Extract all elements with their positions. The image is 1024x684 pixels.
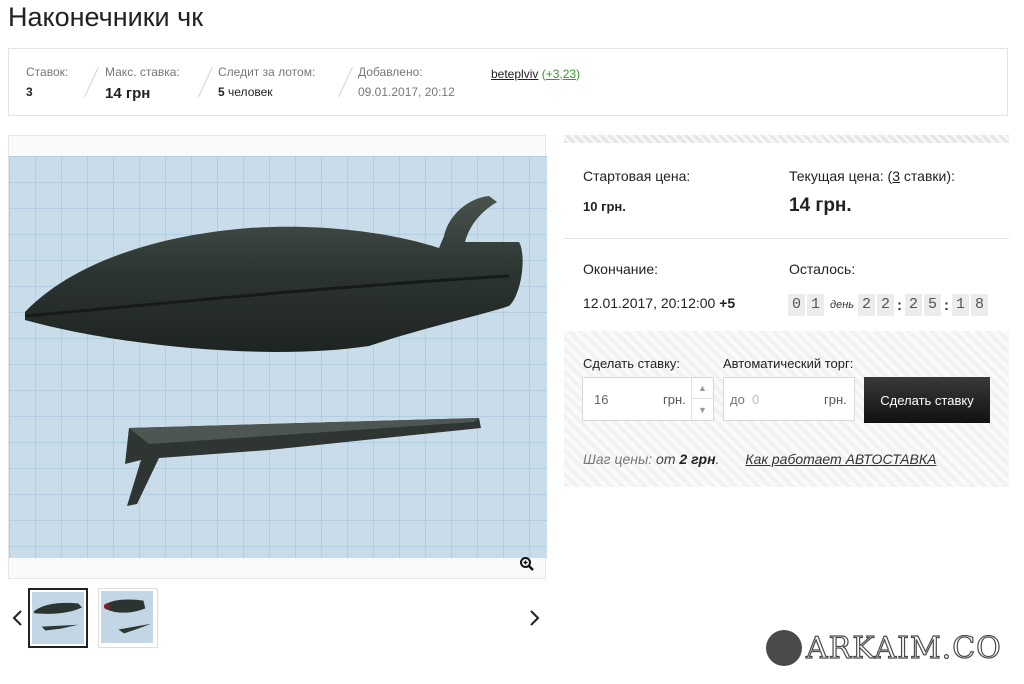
page-title: Наконечники чк bbox=[8, 2, 204, 32]
price-step-label: Шаг цены: bbox=[583, 451, 653, 467]
bids-history-link[interactable]: 3 bbox=[892, 168, 900, 184]
seller-info: beteplviv (+3,23) bbox=[491, 67, 581, 81]
divider bbox=[84, 67, 99, 97]
seller-link[interactable]: beteplviv bbox=[491, 67, 538, 81]
bids-label: Ставок: bbox=[26, 65, 69, 79]
hatch-divider bbox=[564, 135, 1009, 143]
price-step-from: от bbox=[656, 451, 676, 467]
countdown-day-label: день bbox=[830, 299, 855, 311]
price-step-line: Шаг цены: от 2 грн. Как работает АВТОСТА… bbox=[583, 451, 937, 467]
lot-info-bar: Ставок: 3 Макс. ставка: 14 грн Следит за… bbox=[8, 48, 1008, 116]
current-price-value: 14 грн. bbox=[789, 195, 852, 216]
added-value: 09.01.2017, 20:12 bbox=[358, 85, 455, 99]
countdown-digit: 0 bbox=[788, 294, 805, 316]
added-date: Добавлено: 09.01.2017, 20:12 bbox=[358, 65, 455, 99]
divider bbox=[198, 67, 213, 97]
countdown-digit: 2 bbox=[858, 294, 876, 316]
autobid-help-link[interactable]: Как работает АВТОСТАВКА bbox=[745, 451, 936, 467]
thumbnail-strip bbox=[8, 588, 546, 650]
countdown-digit: 2 bbox=[877, 294, 895, 316]
max-bid-value: 14 грн bbox=[105, 85, 151, 102]
bid-amount-stepper[interactable]: ▲ ▼ bbox=[691, 378, 713, 420]
countdown-separator: : bbox=[944, 296, 950, 314]
place-bid-button[interactable]: Сделать ставку bbox=[864, 377, 990, 423]
countdown-digit: 1 bbox=[807, 294, 824, 316]
watching-unit: человек bbox=[228, 85, 273, 99]
chevron-right-icon[interactable] bbox=[526, 606, 542, 630]
thumbnail-2[interactable] bbox=[98, 588, 158, 648]
thumbnail-image bbox=[32, 592, 84, 644]
main-image-viewer[interactable] bbox=[8, 135, 547, 579]
end-label: Окончание: bbox=[583, 261, 658, 277]
remaining-label: Осталось: bbox=[789, 261, 856, 277]
thumbnail-1[interactable] bbox=[28, 588, 88, 648]
bid-amount-value: 16 bbox=[594, 392, 609, 407]
added-label: Добавлено: bbox=[358, 65, 423, 79]
watchers: Следит за лотом: 5 человек bbox=[218, 65, 315, 99]
start-price-value: 10 грн. bbox=[583, 199, 626, 214]
auto-bid-placeholder: 0 bbox=[752, 392, 760, 407]
bid-amount-unit: грн. bbox=[663, 392, 686, 407]
auto-bid-unit: грн. bbox=[824, 392, 847, 407]
chevron-left-icon[interactable] bbox=[10, 606, 26, 630]
max-bid: Макс. ставка: 14 грн bbox=[105, 65, 180, 102]
bids-count: Ставок: 3 bbox=[26, 65, 68, 99]
seller-rating-link[interactable]: +3,23 bbox=[546, 67, 576, 81]
watermark-text: ARKAIM.CO bbox=[805, 630, 1002, 666]
current-price-label: Текущая цена: (3 ставки): bbox=[789, 168, 955, 184]
auto-bid-prefix: до bbox=[730, 392, 745, 407]
watching-count: 5 bbox=[218, 85, 225, 99]
stepper-up-icon[interactable]: ▲ bbox=[692, 378, 713, 399]
price-block: Стартовая цена: 10 грн. Текущая цена: (3… bbox=[564, 143, 1009, 239]
zoom-in-icon[interactable] bbox=[519, 556, 535, 572]
stepper-down-icon[interactable]: ▼ bbox=[692, 399, 713, 420]
bids-value: 3 bbox=[26, 85, 33, 99]
countdown-timer: 0 1 день 2 2 : 2 5 : 1 8 bbox=[788, 294, 990, 316]
auto-bid-label: Автоматический торг: bbox=[723, 356, 854, 371]
watching-label: Следит за лотом: bbox=[218, 65, 316, 79]
start-price-label: Стартовая цена: bbox=[583, 168, 691, 184]
price-step-value: 2 грн bbox=[679, 451, 716, 467]
time-block: Окончание: 12.01.2017, 20:12:00 +5 Остал… bbox=[564, 239, 1009, 331]
main-photo[interactable] bbox=[9, 156, 547, 558]
thumbnail-image bbox=[101, 591, 153, 643]
bid-panel: Стартовая цена: 10 грн. Текущая цена: (3… bbox=[564, 135, 1009, 487]
countdown-digit: 5 bbox=[924, 294, 942, 316]
max-bid-label: Макс. ставка: bbox=[105, 65, 180, 79]
bid-amount-input[interactable]: 16 грн. ▲ ▼ bbox=[582, 377, 714, 421]
make-bid-label: Сделать ставку: bbox=[583, 356, 681, 371]
end-date: 12.01.2017, 20:12:00 +5 bbox=[583, 295, 736, 311]
divider bbox=[338, 67, 353, 97]
watermark-logo: ARKAIM.CO bbox=[766, 630, 1002, 666]
countdown-digit: 2 bbox=[905, 294, 923, 316]
timezone-offset: +5 bbox=[719, 295, 736, 311]
auto-bid-input[interactable]: до 0 грн. bbox=[723, 377, 855, 421]
countdown-separator: : bbox=[897, 296, 903, 314]
countdown-digit: 1 bbox=[952, 294, 970, 316]
logo-circle-icon bbox=[766, 630, 802, 666]
countdown-digit: 8 bbox=[971, 294, 989, 316]
